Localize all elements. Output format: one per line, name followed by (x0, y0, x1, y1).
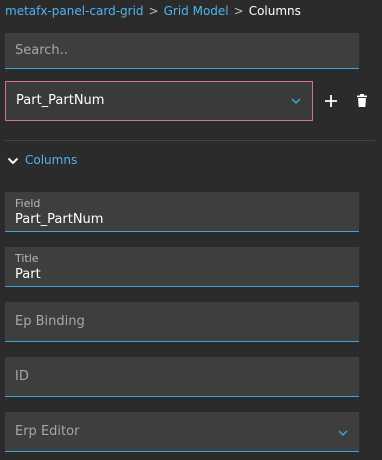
delete-column-button[interactable] (353, 92, 371, 110)
trash-icon (357, 94, 367, 107)
breadcrumb-link-panel[interactable]: metafx-panel-card-grid (5, 4, 144, 18)
section-title: Columns (25, 153, 78, 167)
id-placeholder: ID (15, 369, 29, 384)
breadcrumb: metafx-panel-card-grid > Grid Model > Column… (5, 3, 301, 19)
ep-binding-input[interactable]: Ep Binding (5, 302, 359, 342)
breadcrumb-current: Columns (248, 4, 301, 18)
breadcrumb-separator: > (148, 4, 159, 18)
title-input[interactable]: Title Part (5, 247, 359, 287)
search-input[interactable] (5, 33, 359, 68)
chevron-down-icon (7, 157, 19, 165)
column-select[interactable]: Part_PartNum (5, 81, 313, 121)
title-label: Title (15, 252, 39, 265)
field-input[interactable]: Field Part_PartNum (5, 192, 359, 232)
chevron-down-icon (291, 98, 301, 105)
plus-icon (325, 95, 337, 107)
erp-editor-placeholder: Erp Editor (15, 424, 80, 439)
erp-editor-select[interactable]: Erp Editor (5, 412, 359, 452)
column-select-value: Part_PartNum (16, 93, 105, 108)
ep-binding-placeholder: Ep Binding (15, 314, 85, 329)
search-box (5, 33, 359, 69)
add-column-button[interactable] (322, 92, 340, 110)
chevron-down-icon (338, 430, 348, 437)
title-value: Part (15, 267, 41, 282)
breadcrumb-separator: > (233, 4, 244, 18)
id-input[interactable]: ID (5, 357, 359, 397)
field-label: Field (15, 197, 41, 210)
field-value: Part_PartNum (15, 212, 104, 227)
divider (5, 140, 375, 141)
breadcrumb-link-grid-model[interactable]: Grid Model (164, 4, 229, 18)
